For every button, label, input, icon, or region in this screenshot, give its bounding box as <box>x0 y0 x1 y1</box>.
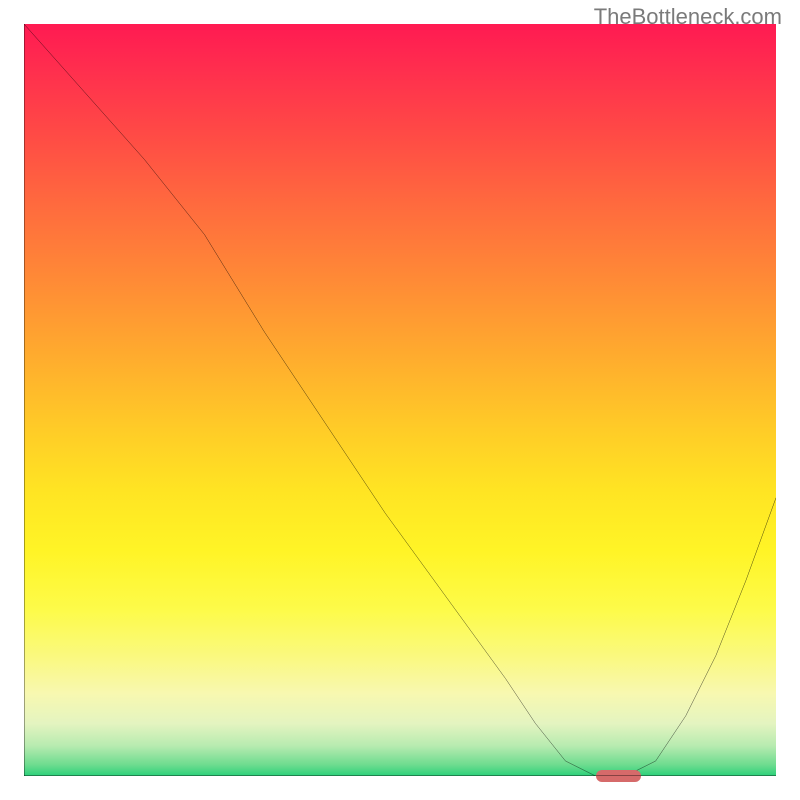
bottleneck-curve <box>24 24 776 776</box>
curve-svg <box>24 24 776 776</box>
chart-container: TheBottleneck.com <box>0 0 800 800</box>
plot-area <box>24 24 776 776</box>
watermark-text: TheBottleneck.com <box>594 4 782 30</box>
optimal-range-marker <box>596 770 641 782</box>
